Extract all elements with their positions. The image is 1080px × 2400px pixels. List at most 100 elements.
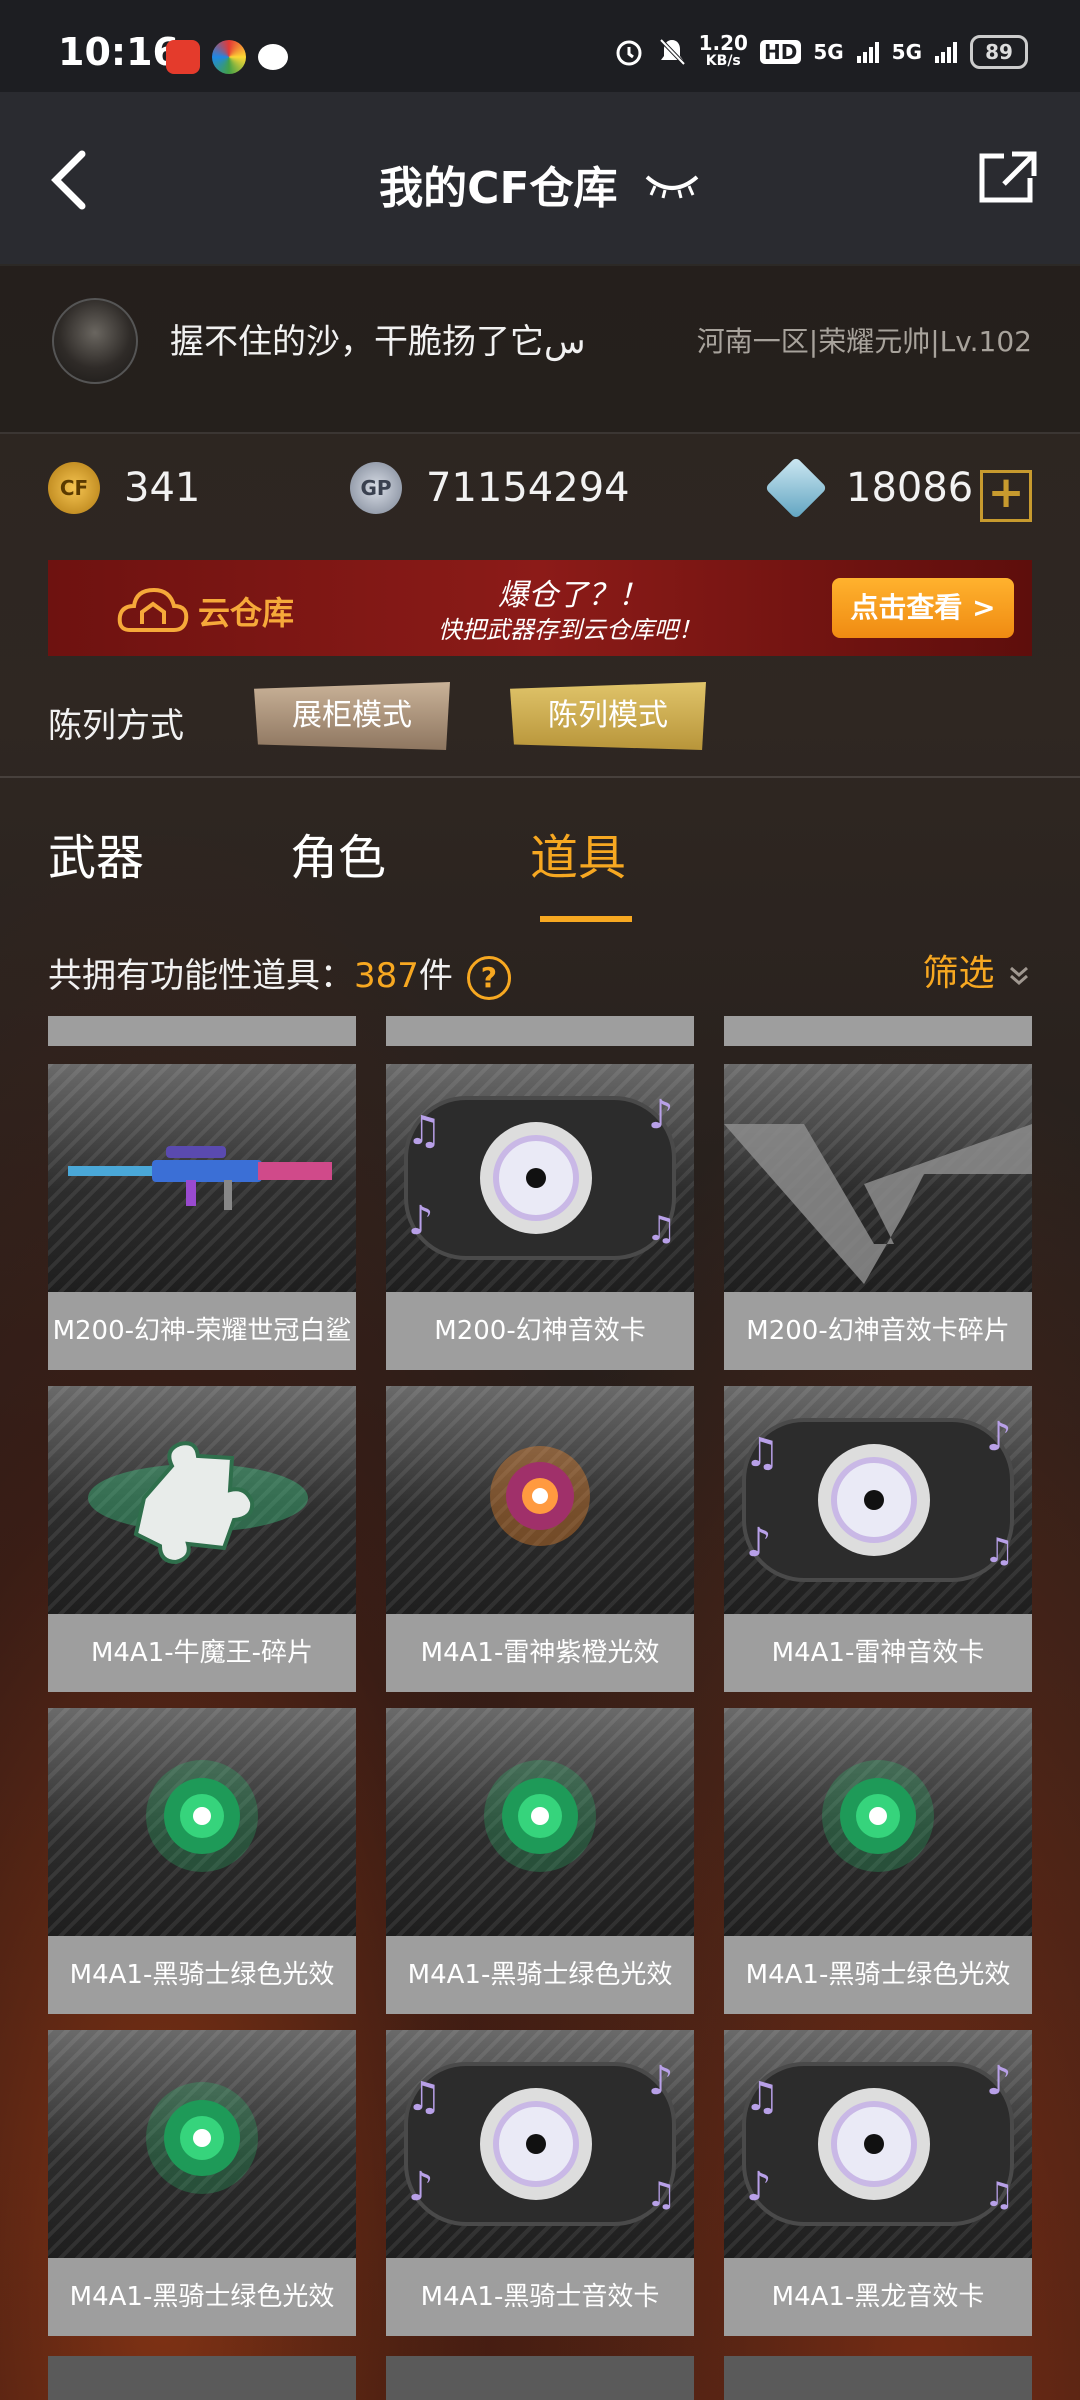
summary-label: 共拥有功能性道具： — [48, 956, 354, 996]
list-item[interactable]: M4A1-黑骑士绿色光效 — [386, 1708, 694, 2014]
active-tab-indicator — [540, 916, 632, 922]
display-mode-selector: 陈列方式 展柜模式 陈列模式 — [48, 676, 1032, 772]
hd-badge: HD — [759, 40, 802, 64]
filter-button[interactable]: 筛选 — [923, 944, 1032, 996]
svg-text:♪: ♪ — [986, 2058, 1012, 2104]
mute-icon — [659, 38, 686, 66]
cf-coin-icon: CF — [48, 462, 100, 514]
display-mode-label: 陈列方式 — [48, 706, 184, 746]
status-icons: 1.20 KB/s HD 5G 5G 89 — [613, 31, 1028, 70]
diamond-points: 18086 — [764, 456, 973, 520]
list-item[interactable]: M200-幻神音效卡碎片 — [724, 1064, 1032, 1370]
app-notification-icon — [212, 40, 246, 74]
status-bar: 10:16 1.20 KB/s HD 5G 5G 89 — [0, 0, 1080, 92]
help-icon[interactable]: ? — [466, 955, 511, 1000]
external-link-icon[interactable] — [976, 150, 1038, 206]
chevron-down-icon — [1010, 966, 1028, 985]
battery-indicator: 89 — [970, 35, 1028, 69]
eye-closed-icon[interactable] — [643, 169, 701, 199]
item-name: M4A1-雷神音效卡 — [771, 1638, 985, 1668]
list-item-partial[interactable] — [724, 1016, 1032, 1046]
divider — [0, 776, 1080, 778]
tab-items[interactable]: 道具 — [530, 818, 626, 888]
cf-logo-icon — [724, 1124, 1032, 1284]
message-icon — [258, 44, 288, 70]
svg-text:♪: ♪ — [408, 1198, 434, 1244]
svg-text:♪: ♪ — [986, 1414, 1012, 1460]
green-glow-icon — [146, 1760, 258, 1872]
list-item-partial[interactable] — [724, 2356, 1032, 2400]
green-glow-icon — [146, 2082, 258, 2194]
tab-characters[interactable]: 角色 — [290, 818, 386, 888]
svg-text:♫: ♫ — [646, 2175, 676, 2215]
list-item-partial[interactable] — [386, 1016, 694, 1046]
item-name: M200-幻神音效卡碎片 — [746, 1316, 1010, 1346]
banner-slogan: 爆仓了？！ — [498, 578, 648, 613]
list-item[interactable]: M4A1-牛魔王-碎片 — [48, 1386, 356, 1692]
svg-text:♫: ♫ — [744, 2074, 780, 2120]
list-item[interactable]: M4A1-黑骑士绿色光效 — [48, 2030, 356, 2336]
sound-card-icon: ♪ ♫ ♪ ♫ — [404, 1092, 676, 1260]
item-name: M4A1-黑骑士绿色光效 — [69, 2282, 335, 2312]
svg-text:♫: ♫ — [406, 1108, 442, 1154]
cloud-house-icon — [117, 587, 189, 632]
list-item[interactable]: M4A1-黑骑士绿色光效 — [724, 1708, 1032, 2014]
clock: 10:16 — [58, 30, 179, 74]
app-bar: 我的CF仓库 — [0, 92, 1080, 266]
item-name: M4A1-黑龙音效卡 — [771, 2282, 985, 2312]
diamond-icon — [764, 456, 828, 520]
cloud-storage-banner[interactable]: 云仓库 爆仓了？！ 快把武器存到云仓库吧！ 点击查看 > — [48, 560, 1032, 656]
purple-orange-glow-icon — [490, 1446, 590, 1546]
list-item[interactable]: M4A1-雷神紫橙光效 — [386, 1386, 694, 1692]
sound-card-icon: ♪ ♫ ♪ ♫ — [404, 2058, 676, 2226]
item-name: M4A1-黑骑士绿色光效 — [407, 1960, 673, 1990]
banner-subslogan: 快把武器存到云仓库吧！ — [438, 616, 702, 644]
puzzle-piece-icon — [88, 1441, 308, 1565]
green-glow-icon — [822, 1760, 934, 1872]
item-name: M4A1-黑骑士音效卡 — [420, 2282, 660, 2312]
profile-row: 握不住的沙，干脆扬了它س 河南一区|荣耀元帅|Lv.102 — [0, 264, 1080, 434]
item-name: M4A1-黑骑士绿色光效 — [745, 1960, 1011, 1990]
alarm-icon — [616, 40, 642, 66]
svg-text:♫: ♫ — [646, 1209, 676, 1249]
svg-text:♫: ♫ — [984, 1531, 1014, 1571]
list-item-partial[interactable] — [386, 2356, 694, 2400]
item-grid: M200-幻神-荣耀世冠白鲨 ♪ ♫ ♪ ♫ M200-幻神音效卡 M200-幻… — [48, 1016, 1032, 2400]
item-count: 387 — [354, 956, 419, 996]
svg-text:♫: ♫ — [406, 2074, 442, 2120]
list-item[interactable]: ♪ ♫ ♪ ♫ M4A1-黑骑士音效卡 — [386, 2030, 694, 2336]
network-speed: 1.20 KB/s — [698, 31, 748, 69]
app-notification-icon — [166, 40, 200, 74]
list-item[interactable]: M4A1-黑骑士绿色光效 — [48, 1708, 356, 2014]
add-diamond-button[interactable]: + — [980, 470, 1032, 522]
list-item[interactable]: M200-幻神-荣耀世冠白鲨 — [48, 1064, 356, 1370]
sound-card-icon: ♪ ♫ ♪ ♫ — [742, 1414, 1014, 1582]
sim2-label: 5G — [891, 40, 922, 64]
list-item-partial[interactable] — [48, 2356, 356, 2400]
item-summary: 共拥有功能性道具：387件? 筛选 — [48, 942, 1032, 1000]
sniper-rifle-icon — [68, 1146, 332, 1210]
item-name: M4A1-黑骑士绿色光效 — [69, 1960, 335, 1990]
server-info: 河南一区|荣耀元帅|Lv.102 — [696, 325, 1032, 358]
svg-text:♪: ♪ — [746, 2164, 772, 2210]
tab-weapons[interactable]: 武器 — [48, 818, 144, 888]
sim1-label: 5G — [813, 40, 844, 64]
svg-text:♫: ♫ — [744, 1430, 780, 1476]
count-unit: 件 — [418, 956, 453, 996]
signal-icon — [935, 42, 957, 63]
list-item[interactable]: ♪ ♫ ♪ ♫ M4A1-雷神音效卡 — [724, 1386, 1032, 1692]
list-item-partial[interactable] — [48, 1016, 356, 1046]
showcase-mode-button[interactable]: 展柜模式 — [254, 682, 450, 750]
list-item[interactable]: ♪ ♫ ♪ ♫ M200-幻神音效卡 — [386, 1064, 694, 1370]
list-mode-button[interactable]: 陈列模式 — [510, 682, 706, 750]
view-button[interactable]: 点击查看 > — [832, 578, 1014, 638]
item-name: M4A1-牛魔王-碎片 — [90, 1638, 314, 1668]
page-title: 我的CF仓库 — [0, 152, 1080, 216]
gp-coin-icon: GP — [350, 462, 402, 514]
signal-icon — [856, 42, 879, 63]
gp-points: GP 71154294 — [350, 462, 630, 514]
svg-text:♫: ♫ — [984, 2175, 1014, 2215]
sound-card-icon: ♪ ♫ ♪ ♫ — [742, 2058, 1014, 2226]
avatar[interactable] — [52, 298, 138, 384]
list-item[interactable]: ♪ ♫ ♪ ♫ M4A1-黑龙音效卡 — [724, 2030, 1032, 2336]
